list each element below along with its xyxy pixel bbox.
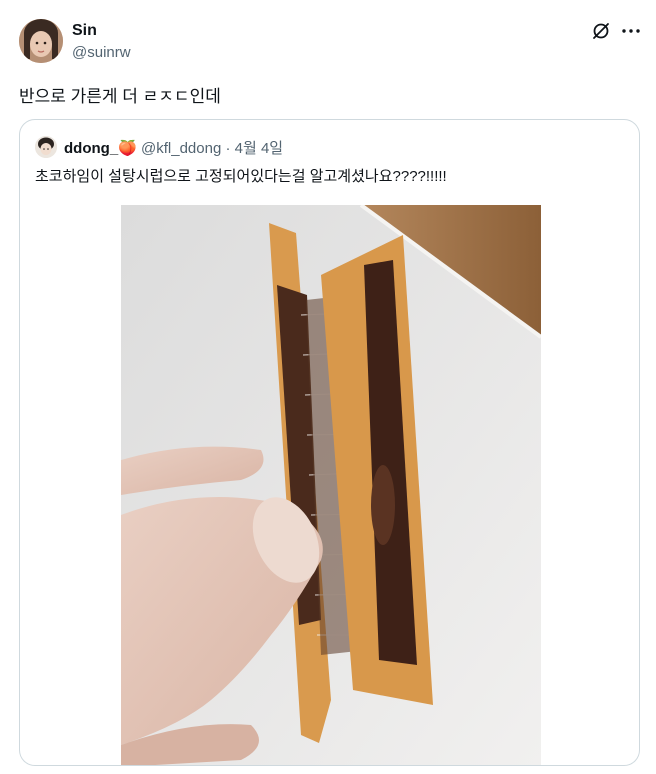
more-icon[interactable] xyxy=(620,20,642,42)
author-name[interactable]: Sin xyxy=(72,22,97,40)
quote-header: ddong_🍑 @kfl_ddong · 4월 4일 xyxy=(64,137,283,158)
quote-author-avatar[interactable] xyxy=(35,136,57,158)
author-handle[interactable]: @suinrw xyxy=(72,44,131,61)
quote-text: 초코하임이 설탕시럽으로 고정되어있다는걸 알고계셨나요????!!!!! xyxy=(35,168,447,185)
quote-author-name[interactable]: ddong_ xyxy=(64,140,118,157)
quote-media-image[interactable] xyxy=(121,205,541,765)
post-text: 반으로 가른게 더 ㄹㅈㄷ인데 xyxy=(19,87,221,106)
quoted-post[interactable]: ddong_🍑 @kfl_ddong · 4월 4일 초코하임이 설탕시럽으로 … xyxy=(19,119,640,766)
quote-date[interactable]: 4월 4일 xyxy=(235,140,283,157)
quote-author-handle[interactable]: @kfl_ddong xyxy=(141,140,221,157)
peach-emoji: 🍑 xyxy=(118,140,137,157)
quote-separator: · xyxy=(225,140,231,157)
grok-icon[interactable] xyxy=(590,20,612,42)
author-avatar[interactable] xyxy=(19,19,63,63)
